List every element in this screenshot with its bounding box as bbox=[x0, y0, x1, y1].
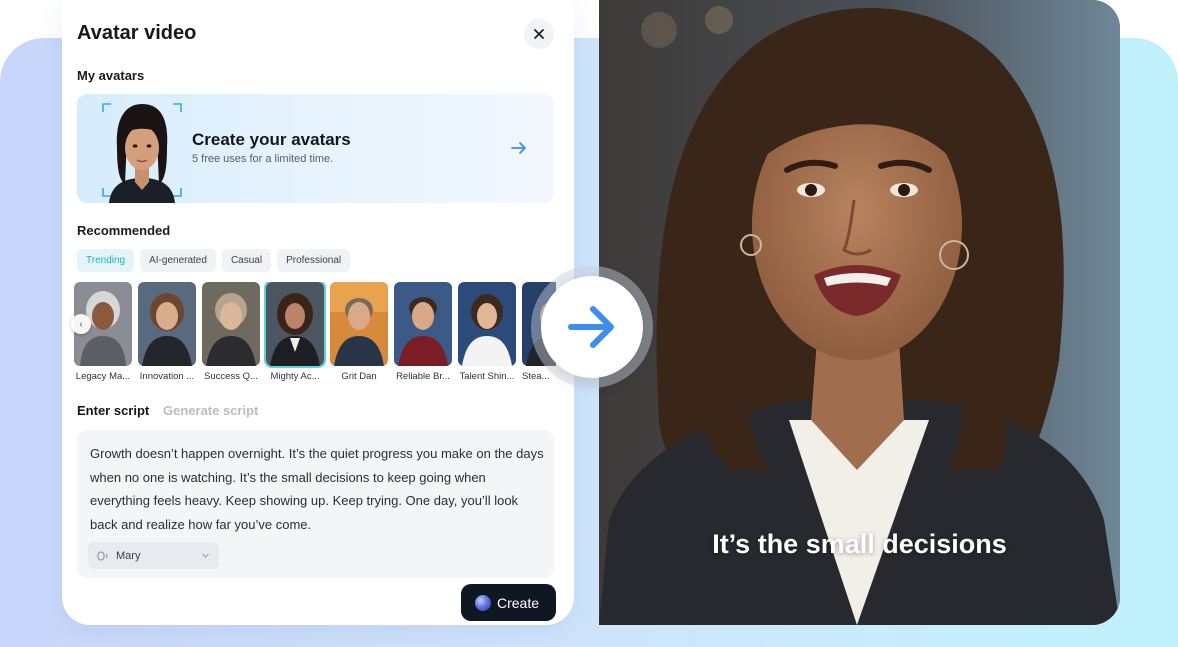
avatar-card[interactable]: Success Q... bbox=[202, 282, 260, 382]
close-button[interactable] bbox=[524, 19, 554, 49]
category-chips: Trending AI-generated Casual Professiona… bbox=[77, 249, 351, 272]
arrow-right-icon bbox=[568, 306, 614, 348]
close-icon bbox=[534, 29, 544, 39]
avatar-name: Reliable Br... bbox=[396, 371, 450, 382]
avatar-thumbnail bbox=[458, 282, 516, 366]
avatar-thumbnail bbox=[202, 282, 260, 366]
avatar-name: Grit Dan bbox=[341, 371, 377, 382]
chip-trending[interactable]: Trending bbox=[77, 249, 135, 272]
avatar-thumbnail bbox=[264, 282, 326, 368]
avatar-card[interactable]: Talent Shin... bbox=[458, 282, 516, 382]
create-button[interactable]: Create bbox=[461, 584, 556, 621]
tab-generate-script[interactable]: Generate script bbox=[163, 403, 258, 418]
avatar-card[interactable]: Reliable Br... bbox=[394, 282, 452, 382]
avatar-portrait-image bbox=[102, 103, 182, 203]
avatar-card[interactable]: Grit Dan bbox=[330, 282, 388, 382]
create-avatars-subtitle: 5 free uses for a limited time. bbox=[192, 153, 334, 165]
carousel-prev-button[interactable]: ‹ bbox=[71, 314, 91, 334]
chip-ai-generated[interactable]: AI-generated bbox=[140, 249, 216, 272]
avatar-name: Talent Shin... bbox=[459, 371, 515, 382]
chip-professional[interactable]: Professional bbox=[277, 249, 351, 272]
panel-title: Avatar video bbox=[77, 22, 197, 44]
avatar-thumbnail bbox=[138, 282, 196, 366]
transition-arrow-button bbox=[541, 276, 643, 378]
video-subtitle: It’s the small decisions bbox=[712, 529, 1007, 559]
avatar-name: Innovation ... bbox=[139, 371, 195, 382]
create-avatar-card[interactable]: Create your avatars 5 free uses for a li… bbox=[77, 94, 554, 203]
my-avatars-label: My avatars bbox=[77, 68, 145, 83]
script-text[interactable]: Growth doesn’t happen overnight. It’s th… bbox=[90, 442, 545, 536]
arrow-right-icon[interactable] bbox=[509, 138, 529, 158]
avatar-card-selected[interactable]: Mighty Ac... bbox=[264, 282, 326, 382]
create-button-label: Create bbox=[497, 594, 540, 611]
avatar-video-panel: Avatar video My avatars Create your avat… bbox=[62, 0, 574, 625]
video-preview: It’s the small decisions bbox=[599, 0, 1120, 625]
avatar-name: Stea... bbox=[522, 371, 550, 382]
voice-selector[interactable]: Mary bbox=[88, 542, 219, 569]
avatar-name: Success Q... bbox=[204, 371, 258, 382]
tab-enter-script[interactable]: Enter script bbox=[77, 403, 149, 418]
chevron-left-icon: ‹ bbox=[79, 318, 83, 330]
avatar-name: Legacy Ma... bbox=[75, 371, 131, 382]
avatar-carousel: Legacy Ma... Innovation ... Success Q...… bbox=[74, 282, 556, 386]
chip-casual[interactable]: Casual bbox=[221, 249, 272, 272]
avatar-name: Mighty Ac... bbox=[270, 371, 320, 382]
avatar-card[interactable]: Innovation ... bbox=[138, 282, 196, 382]
recommended-label: Recommended bbox=[77, 223, 171, 238]
voice-name: Mary bbox=[116, 549, 141, 562]
orb-icon bbox=[475, 594, 491, 611]
create-avatars-title: Create your avatars bbox=[192, 130, 351, 149]
voice-icon bbox=[97, 550, 108, 561]
avatar-thumbnail bbox=[330, 282, 388, 366]
chevron-down-icon bbox=[202, 553, 209, 558]
avatar-thumbnail bbox=[394, 282, 452, 366]
script-input-box[interactable]: Growth doesn’t happen overnight. It’s th… bbox=[77, 430, 554, 578]
